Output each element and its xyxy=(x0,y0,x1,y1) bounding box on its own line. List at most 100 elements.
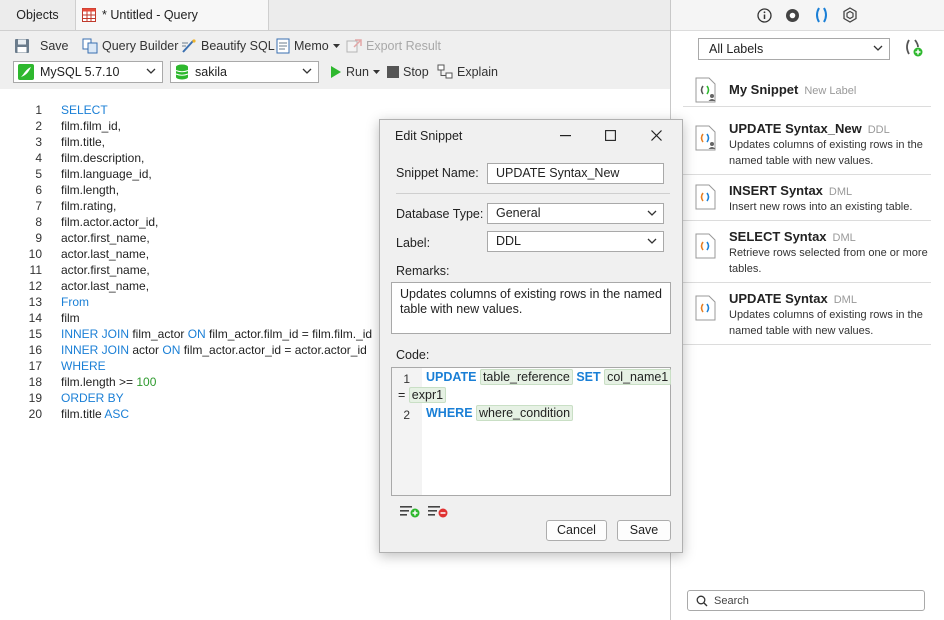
sql-keyword: ASC xyxy=(104,407,130,421)
snippet-search-input[interactable]: Search xyxy=(687,590,925,611)
snippet-title: My Snippet New Label xyxy=(729,82,856,97)
database-icon xyxy=(175,64,189,80)
beautify-sql-button[interactable]: Beautify SQL xyxy=(181,35,275,57)
snippet-item[interactable]: SELECT Syntax DML Retrieve rows selected … xyxy=(683,221,931,283)
snippet-item[interactable]: INSERT Syntax DML Insert new rows into an… xyxy=(683,175,931,221)
line-number: 7 xyxy=(35,199,42,213)
snippet-description: Updates columns of existing rows in the … xyxy=(729,309,923,337)
memo-button[interactable]: Memo xyxy=(276,35,340,57)
export-result-label: Export Result xyxy=(366,39,442,53)
maximize-icon[interactable] xyxy=(605,130,616,141)
line-number: 5 xyxy=(35,167,42,181)
run-icon xyxy=(330,66,342,78)
snippet-label: New Label xyxy=(804,85,857,97)
remove-placeholder-icon[interactable] xyxy=(428,504,448,518)
line-number: 11 xyxy=(29,263,42,277)
line-number: 2 xyxy=(35,119,42,133)
remarks-label: Remarks: xyxy=(396,264,450,278)
line-number: 1 xyxy=(403,372,410,386)
label-filter-select[interactable]: All Labels xyxy=(698,38,890,60)
save-button[interactable]: Save xyxy=(617,520,671,541)
save-button[interactable]: Save xyxy=(14,35,69,57)
chevron-down-icon xyxy=(146,68,156,75)
placeholder-token[interactable]: table_reference xyxy=(479,369,573,385)
beautify-label: Beautify SQL xyxy=(201,39,275,53)
placeholder-token[interactable]: col_name1 xyxy=(604,369,672,385)
tab-query[interactable]: * Untitled - Query xyxy=(76,0,269,30)
close-icon[interactable] xyxy=(651,130,662,141)
code-editor[interactable]: 1 2 UPDATE table_reference SET col_name1… xyxy=(391,367,672,496)
memo-icon xyxy=(276,38,290,54)
code-line: film.length, xyxy=(61,183,120,197)
hexagon-icon[interactable] xyxy=(842,7,858,23)
connection-select[interactable]: MySQL 5.7.10 xyxy=(13,61,163,83)
code-text: = xyxy=(398,388,406,402)
chevron-down-icon xyxy=(647,238,657,245)
code-text: film.length >= xyxy=(61,375,137,389)
label-select[interactable]: DDL xyxy=(487,231,664,252)
code-line: film.actor.actor_id, xyxy=(61,215,159,229)
cancel-button[interactable]: Cancel xyxy=(546,520,607,541)
code-line: film.language_id, xyxy=(61,167,152,181)
snippet-name-input[interactable]: UPDATE Syntax_New xyxy=(487,163,664,184)
database-select[interactable]: sakila xyxy=(170,61,319,83)
placeholder-token[interactable]: expr1 xyxy=(408,387,447,403)
code-line: actor.first_name, xyxy=(61,231,150,245)
stop-icon xyxy=(387,66,399,78)
add-placeholder-icon[interactable] xyxy=(400,504,420,518)
placeholder-token[interactable]: where_condition xyxy=(476,405,574,421)
snippet-title-text: My Snippet xyxy=(729,82,799,97)
snippet-icon xyxy=(695,295,717,321)
snippet-description: Retrieve rows selected from one or more … xyxy=(729,247,928,275)
run-button[interactable]: Run xyxy=(330,61,380,83)
code-line: film.title, xyxy=(61,135,106,149)
sql-keyword: WHERE xyxy=(426,406,473,420)
database-type-select[interactable]: General xyxy=(487,203,664,224)
code-line: actor.first_name, xyxy=(61,263,150,277)
tab-objects[interactable]: Objects xyxy=(0,0,76,30)
tab-bar: Objects * Untitled - Query xyxy=(0,0,670,31)
snippet-item[interactable]: UPDATE Syntax_New DDL Updates columns of … xyxy=(683,107,931,175)
sql-keyword: INNER JOIN xyxy=(61,327,130,341)
line-number: 6 xyxy=(35,183,42,197)
snippet-title-text: SELECT Syntax xyxy=(729,229,827,244)
search-icon xyxy=(696,595,708,607)
snippet-title-text: INSERT Syntax xyxy=(729,183,823,198)
minimize-icon[interactable] xyxy=(560,135,571,137)
snippet-title: UPDATE Syntax DML xyxy=(729,291,857,306)
explain-label: Explain xyxy=(457,65,498,79)
snippet-item[interactable]: My Snippet New Label xyxy=(683,68,931,107)
preview-icon[interactable] xyxy=(785,8,800,23)
export-result-button[interactable]: Export Result xyxy=(346,35,441,57)
snippet-description: Updates columns of existing rows in the … xyxy=(729,139,923,167)
line-number: 19 xyxy=(28,391,42,405)
info-icon[interactable] xyxy=(757,8,772,23)
database-value: sakila xyxy=(195,65,227,79)
chevron-down-icon xyxy=(647,210,657,217)
snippet-panel: All Labels My Snippet New Label UPDATE Sy… xyxy=(671,0,944,620)
snippet-title-text: UPDATE Syntax_New xyxy=(729,121,862,136)
snippet-label: DDL xyxy=(867,124,890,136)
query-builder-button[interactable]: Query Builder xyxy=(82,35,178,57)
line-number: 12 xyxy=(28,279,42,293)
remarks-textarea[interactable]: Updates columns of existing rows in the … xyxy=(391,282,671,334)
explain-button[interactable]: Explain xyxy=(437,61,498,83)
divider xyxy=(396,193,670,194)
save-icon xyxy=(14,38,30,54)
label-filter-value: All Labels xyxy=(709,42,764,56)
code-line: WHERE where_condition xyxy=(426,405,574,421)
code-text: actor xyxy=(129,343,163,357)
line-number: 14 xyxy=(28,311,42,325)
query-toolbar: Save Query Builder Beautify SQL Memo Exp… xyxy=(0,31,670,89)
code-line: film.description, xyxy=(61,151,145,165)
snippet-label: DML xyxy=(832,232,856,244)
line-number: 13 xyxy=(28,295,42,309)
database-type-label: Database Type: xyxy=(396,207,484,221)
code-line: INNER JOIN film_actor ON film_actor.film… xyxy=(61,327,372,341)
code-snippet-icon[interactable] xyxy=(814,6,829,24)
snippet-item[interactable]: UPDATE Syntax DML Updates columns of exis… xyxy=(683,283,931,345)
stop-button[interactable]: Stop xyxy=(387,61,429,83)
snippet-label: DML xyxy=(833,294,857,306)
snippet-title: SELECT Syntax DML xyxy=(729,229,856,244)
add-snippet-icon[interactable] xyxy=(904,38,924,58)
